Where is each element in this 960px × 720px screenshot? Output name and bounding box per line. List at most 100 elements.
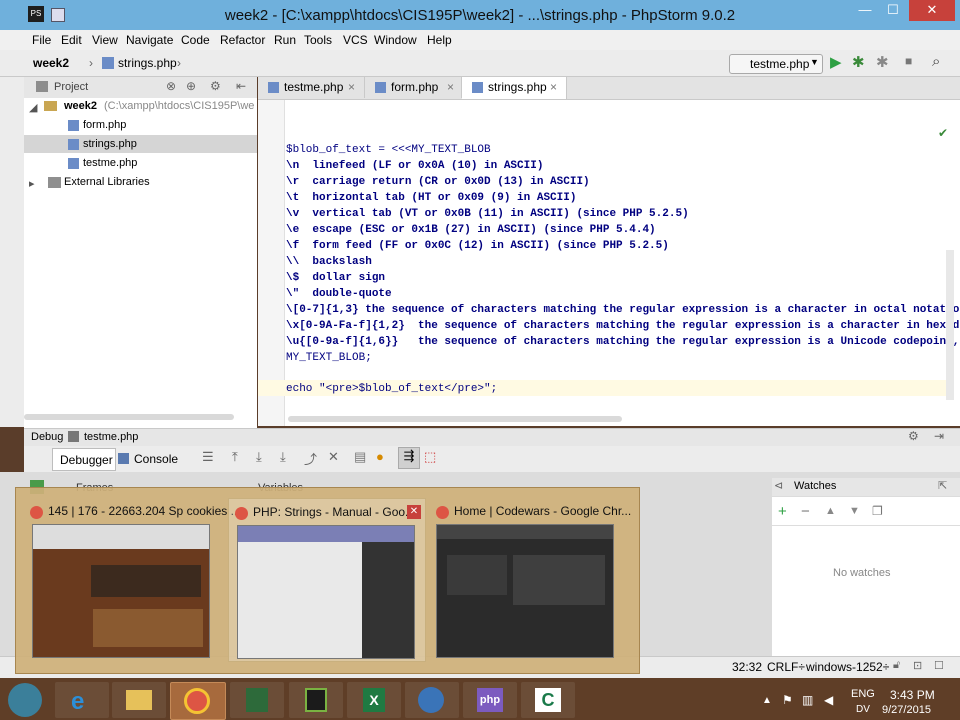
- php-file-icon: [68, 158, 79, 169]
- php-file-icon: [268, 82, 279, 93]
- menu-view[interactable]: View: [92, 33, 118, 47]
- caret-position[interactable]: 32:32: [732, 660, 762, 674]
- vertical-scrollbar[interactable]: [946, 250, 954, 400]
- project-panel-title[interactable]: Project: [54, 81, 88, 93]
- maximize-button[interactable]: ☐: [879, 0, 907, 21]
- copy-icon[interactable]: ❐: [872, 504, 883, 518]
- line-separator[interactable]: CRLF÷: [767, 660, 805, 674]
- restore-icon[interactable]: ⇱: [938, 479, 947, 492]
- menu-navigate[interactable]: Navigate: [126, 33, 173, 47]
- tray-language[interactable]: ENG: [851, 688, 875, 700]
- breadcrumb-project[interactable]: week2: [33, 56, 69, 70]
- watch-icon: ⊲: [774, 480, 784, 492]
- taskbar-app[interactable]: C: [521, 682, 575, 718]
- file-encoding[interactable]: windows-1252÷: [806, 660, 889, 674]
- step-out-icon[interactable]: ⤴: [304, 449, 317, 468]
- debug-toolbar: Debugger Console ☰ ⤒ ⤓ ⤓ ⤴ ✕ ▤ ● ⇶ ⬚: [24, 446, 960, 472]
- taskbar-ie[interactable]: e: [55, 682, 109, 718]
- tree-item-strings[interactable]: strings.php: [83, 138, 137, 150]
- breadcrumb-file[interactable]: strings.php: [118, 56, 177, 70]
- tab-form[interactable]: form.php ×: [365, 77, 462, 98]
- tree-item-external-libraries[interactable]: External Libraries: [64, 176, 150, 188]
- taskbar-chrome[interactable]: [170, 682, 226, 720]
- horizontal-scrollbar[interactable]: [24, 414, 234, 420]
- arrow-down-icon[interactable]: ▼: [849, 505, 860, 517]
- menu-edit[interactable]: Edit: [61, 33, 82, 47]
- mail-icon: [418, 687, 444, 713]
- scroll-from-source-icon[interactable]: ⊕: [186, 79, 196, 93]
- tree-root-name[interactable]: week2: [64, 100, 97, 112]
- debug-config[interactable]: testme.php: [84, 431, 138, 443]
- evaluate-icon[interactable]: ▤: [354, 449, 366, 465]
- gear-icon[interactable]: ⚙: [908, 429, 919, 443]
- close-icon[interactable]: ×: [550, 77, 557, 97]
- step-into-icon[interactable]: ⤓: [256, 449, 262, 465]
- breakpoint-icon[interactable]: ●: [376, 449, 384, 464]
- tab-label: Debugger: [60, 453, 113, 467]
- menu-file[interactable]: File: [32, 33, 51, 47]
- event-log-icon[interactable]: ☐: [934, 659, 944, 672]
- taskbar-excel[interactable]: X: [347, 682, 401, 718]
- start-button[interactable]: [8, 683, 42, 717]
- thumbnail-php-manual[interactable]: PHP: Strings - Manual - Goo... ✕: [228, 498, 426, 662]
- mute-icon[interactable]: ⬚: [424, 449, 436, 465]
- menu-window[interactable]: Window: [374, 33, 417, 47]
- hide-panel-icon[interactable]: ⇤: [236, 79, 246, 93]
- flag-icon[interactable]: ⚑: [782, 693, 793, 707]
- gear-icon[interactable]: ⚙: [210, 79, 221, 93]
- tree-item-form[interactable]: form.php: [83, 119, 126, 131]
- taskbar-thunderbird[interactable]: [405, 682, 459, 718]
- menu-run[interactable]: Run: [274, 33, 296, 47]
- tab-debugger[interactable]: Debugger: [52, 448, 116, 471]
- taskbar-camtasia[interactable]: [289, 682, 343, 718]
- menu-vcs[interactable]: VCS: [343, 33, 368, 47]
- debug-icon[interactable]: ✱: [852, 53, 865, 71]
- taskbar-task-manager[interactable]: [230, 682, 284, 718]
- close-button[interactable]: ✕: [909, 0, 955, 21]
- menu-refactor[interactable]: Refactor: [220, 33, 265, 47]
- tab-testme[interactable]: testme.php ×: [258, 77, 365, 98]
- settings-icon[interactable]: ⇶: [398, 447, 420, 469]
- tray-chevron-up-icon[interactable]: ▲: [762, 695, 772, 706]
- list-icon[interactable]: ☰: [202, 449, 214, 465]
- run-icon[interactable]: ▶: [830, 53, 842, 71]
- menu-help[interactable]: Help: [427, 33, 452, 47]
- thumbnail-cookie-clicker[interactable]: 145 | 176 - 22663.204 Sp cookies ...: [26, 498, 241, 660]
- thumbnail-image: [237, 525, 415, 659]
- volume-icon[interactable]: ◀: [824, 693, 833, 707]
- add-icon[interactable]: +: [778, 503, 787, 520]
- force-step-into-icon[interactable]: ⤓: [280, 449, 286, 465]
- menu-tools[interactable]: Tools: [304, 33, 332, 47]
- step-over-icon[interactable]: ⤒: [232, 449, 238, 465]
- project-icon: [36, 81, 48, 92]
- tab-strings[interactable]: strings.php ×: [462, 77, 567, 99]
- taskbar-explorer[interactable]: [112, 682, 166, 718]
- remove-icon[interactable]: −: [801, 503, 810, 520]
- run-to-cursor-icon[interactable]: ✕: [328, 449, 339, 465]
- close-icon[interactable]: ×: [348, 77, 355, 97]
- taskbar-phpstorm[interactable]: php: [463, 682, 517, 718]
- menu-code[interactable]: Code: [181, 33, 210, 47]
- tree-item-testme[interactable]: testme.php: [83, 157, 137, 169]
- network-icon[interactable]: ▥: [802, 693, 813, 707]
- close-icon[interactable]: ✕: [407, 505, 421, 519]
- chevron-down-icon[interactable]: ◢: [29, 101, 37, 114]
- hide-panel-icon[interactable]: ⇥: [934, 429, 944, 443]
- coverage-icon[interactable]: ✱: [876, 53, 889, 71]
- horizontal-scrollbar[interactable]: [288, 416, 622, 422]
- collapse-all-icon[interactable]: ⊗: [166, 79, 176, 93]
- run-config-dropdown[interactable]: testme.php ▼: [729, 54, 823, 74]
- code-editor[interactable]: $blob_of_text = <<<MY_TEXT_BLOB \n linef…: [258, 100, 960, 426]
- clock-time[interactable]: 3:43 PM: [890, 688, 935, 702]
- tab-console[interactable]: Console: [116, 448, 204, 469]
- arrow-up-icon[interactable]: ▲: [825, 505, 836, 517]
- inspector-icon[interactable]: ⊡: [913, 659, 922, 672]
- search-icon[interactable]: ⌕: [932, 53, 940, 70]
- minimize-button[interactable]: —: [851, 0, 879, 21]
- thumbnail-codewars[interactable]: Home | Codewars - Google Chr...: [430, 498, 631, 660]
- lock-icon[interactable]: 🔓︎: [893, 659, 900, 672]
- chevron-right-icon[interactable]: ▸: [29, 177, 35, 190]
- php-file-icon: [472, 82, 483, 93]
- stop-icon[interactable]: ■: [905, 54, 912, 68]
- close-icon[interactable]: ×: [447, 77, 454, 97]
